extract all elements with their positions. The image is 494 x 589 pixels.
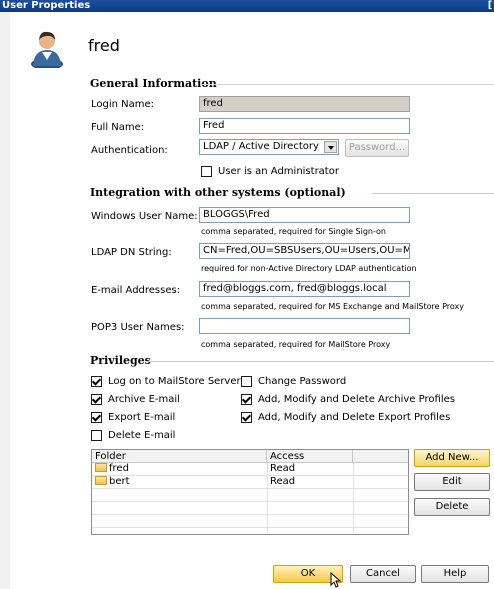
ldap-dn-label: LDAP DN String: [91, 247, 172, 258]
full-name-label: Full Name: [91, 122, 145, 133]
windows-user-hint: comma separated, required for Single Sig… [201, 227, 386, 236]
archive-profiles-checkbox[interactable] [241, 394, 252, 405]
archive-profiles-checkbox-label: Add, Modify and Delete Archive Profiles [258, 394, 455, 405]
ldap-dn-hint: required for non-Active Directory LDAP a… [201, 264, 417, 273]
table-row-empty [92, 515, 408, 528]
email-addresses-field[interactable]: fred@bloggs.com, fred@bloggs.local [199, 281, 410, 297]
change-password-checkbox[interactable] [241, 376, 252, 387]
folder-name: bert [109, 476, 130, 487]
folder-icon [95, 463, 107, 472]
logon-checkbox-label: Log on to MailStore Server [108, 376, 241, 387]
window-close-glyph[interactable]: [ [486, 0, 494, 12]
pop3-user-label: POP3 User Names: [91, 322, 185, 333]
folder-cell: fred [95, 463, 129, 475]
column-divider [267, 463, 268, 534]
pop3-user-hint: comma separated, required for MailStore … [201, 340, 391, 349]
column-divider [353, 463, 354, 534]
export-email-checkbox-label: Export E-mail [108, 412, 176, 423]
integration-section-rule [372, 193, 494, 194]
user-name-heading: fred [88, 36, 120, 55]
admin-checkbox[interactable] [201, 166, 212, 177]
title-bar: User Properties [ [0, 0, 494, 12]
login-name-field: fred [199, 96, 410, 112]
logon-checkbox[interactable] [91, 376, 102, 387]
general-section-heading: General Information [90, 77, 217, 90]
mouse-pointer-icon [330, 572, 342, 588]
authentication-value: LDAP / Active Directory [203, 141, 319, 152]
export-profiles-checkbox[interactable] [241, 412, 252, 423]
folder-cell: bert [95, 476, 130, 488]
general-section-rule [200, 84, 494, 85]
authentication-select[interactable]: LDAP / Active Directory [199, 139, 339, 155]
table-row[interactable]: fred Read [92, 463, 408, 476]
change-password-checkbox-label: Change Password [258, 376, 347, 387]
privileges-section-rule [146, 361, 494, 362]
archive-email-checkbox-label: Archive E-mail [108, 394, 180, 405]
table-row-empty [92, 502, 408, 515]
access-cell: Read [270, 463, 296, 474]
export-profiles-checkbox-label: Add, Modify and Delete Export Profiles [258, 412, 451, 423]
login-name-label: Login Name: [91, 99, 155, 110]
admin-checkbox-label: User is an Administrator [218, 166, 339, 177]
help-button[interactable]: Help [421, 565, 489, 583]
integration-section-heading: Integration with other systems (optional… [90, 186, 346, 199]
delete-email-checkbox[interactable] [91, 430, 102, 441]
pop3-user-field[interactable] [199, 318, 410, 334]
folder-icon [95, 476, 107, 485]
export-email-checkbox[interactable] [91, 412, 102, 423]
column-header-extra [353, 450, 408, 463]
email-addresses-hint: comma separated, required for MS Exchang… [201, 302, 465, 311]
table-row-empty [92, 489, 408, 502]
table-row[interactable]: bert Read [92, 476, 408, 489]
user-avatar-icon [31, 31, 63, 68]
windows-user-field[interactable]: BLOGGS\Fred [199, 207, 410, 223]
edit-button[interactable]: Edit [414, 473, 490, 491]
chevron-down-icon[interactable] [324, 141, 337, 153]
access-cell: Read [270, 476, 296, 487]
delete-email-checkbox-label: Delete E-mail [108, 430, 176, 441]
window-title: User Properties [2, 0, 91, 11]
cancel-button[interactable]: Cancel [350, 565, 416, 583]
password-button[interactable]: Password... [345, 139, 409, 157]
privileges-section-heading: Privileges [90, 354, 151, 367]
ldap-dn-field[interactable]: CN=Fred,OU=SBSUsers,OU=Users,OU=MyBusin [199, 243, 410, 259]
windows-user-label: Windows User Name: [91, 211, 198, 222]
authentication-label: Authentication: [91, 145, 168, 156]
column-header-folder[interactable]: Folder [92, 450, 267, 463]
folder-access-table[interactable]: Folder Access fred Read bert Read [91, 449, 409, 535]
add-new-button[interactable]: Add New... [414, 449, 490, 467]
folder-name: fred [109, 463, 129, 474]
email-addresses-label: E-mail Addresses: [91, 285, 181, 296]
delete-button[interactable]: Delete [414, 498, 490, 516]
full-name-field[interactable]: Fred [199, 118, 410, 134]
archive-email-checkbox[interactable] [91, 394, 102, 405]
column-header-access[interactable]: Access [267, 450, 353, 463]
